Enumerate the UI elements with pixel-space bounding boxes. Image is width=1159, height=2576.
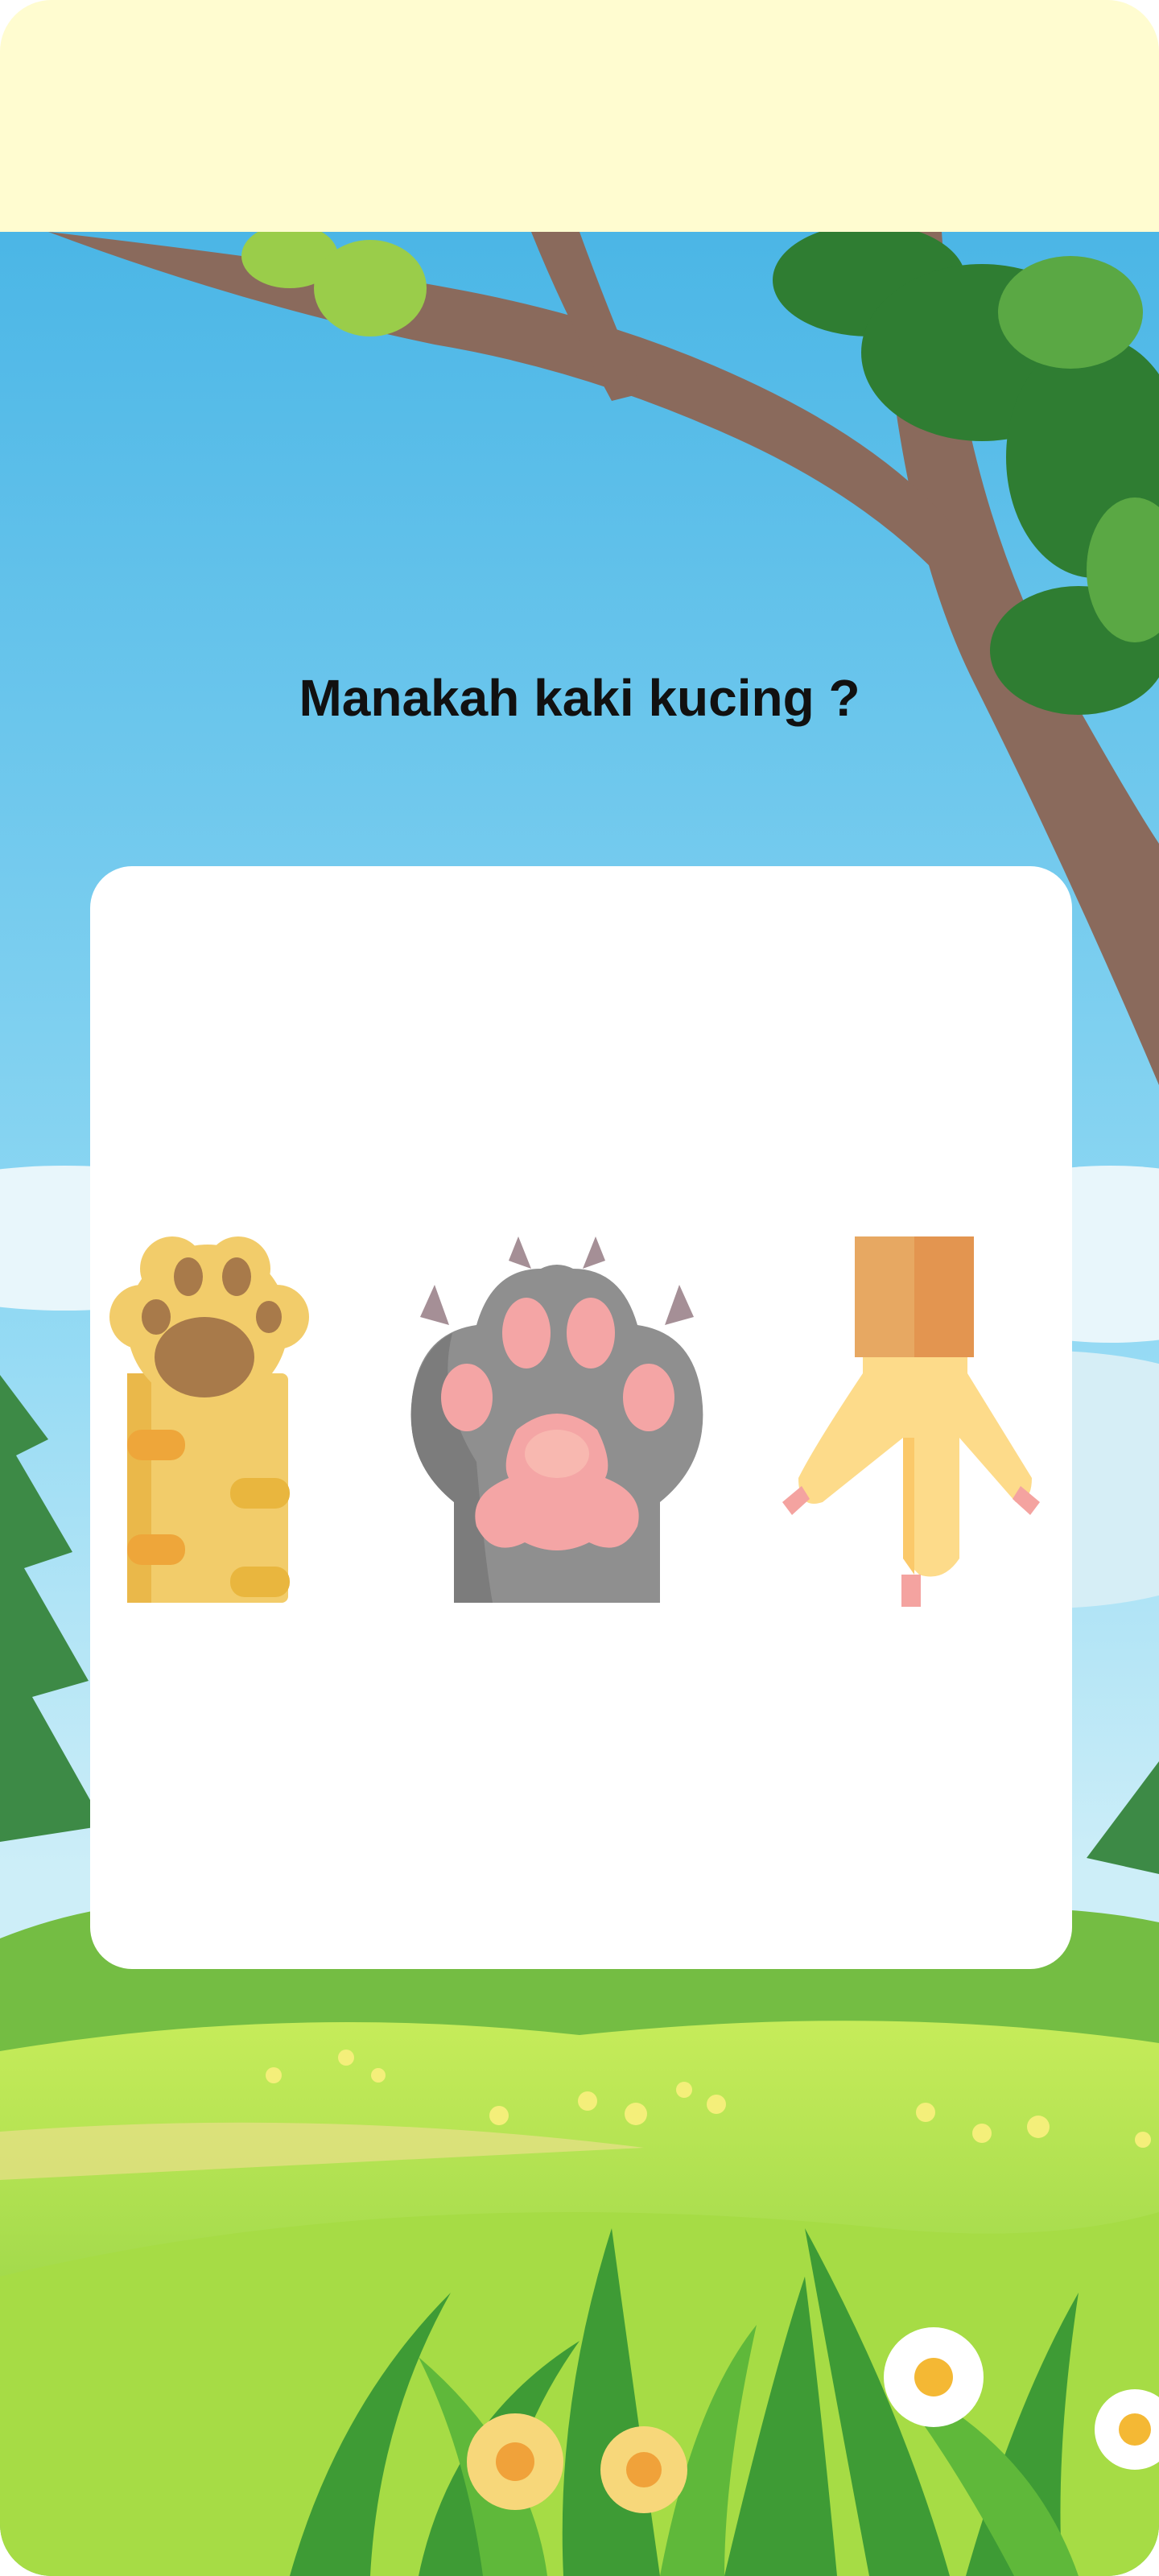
option-tabby-cat-paw[interactable] bbox=[109, 1236, 319, 1607]
option-chicken-foot[interactable] bbox=[774, 1236, 1048, 1607]
chicken-foot-icon bbox=[782, 1236, 1040, 1607]
app-screen: Manakah kaki kucing ? bbox=[0, 0, 1159, 2576]
tabby-cat-paw-icon bbox=[109, 1236, 309, 1603]
option-grey-cat-paw[interactable] bbox=[404, 1236, 710, 1607]
question-text: Manakah kaki kucing ? bbox=[299, 669, 860, 727]
answer-card bbox=[90, 866, 1072, 1969]
top-bar bbox=[0, 0, 1159, 232]
grey-cat-paw-icon bbox=[410, 1236, 703, 1603]
